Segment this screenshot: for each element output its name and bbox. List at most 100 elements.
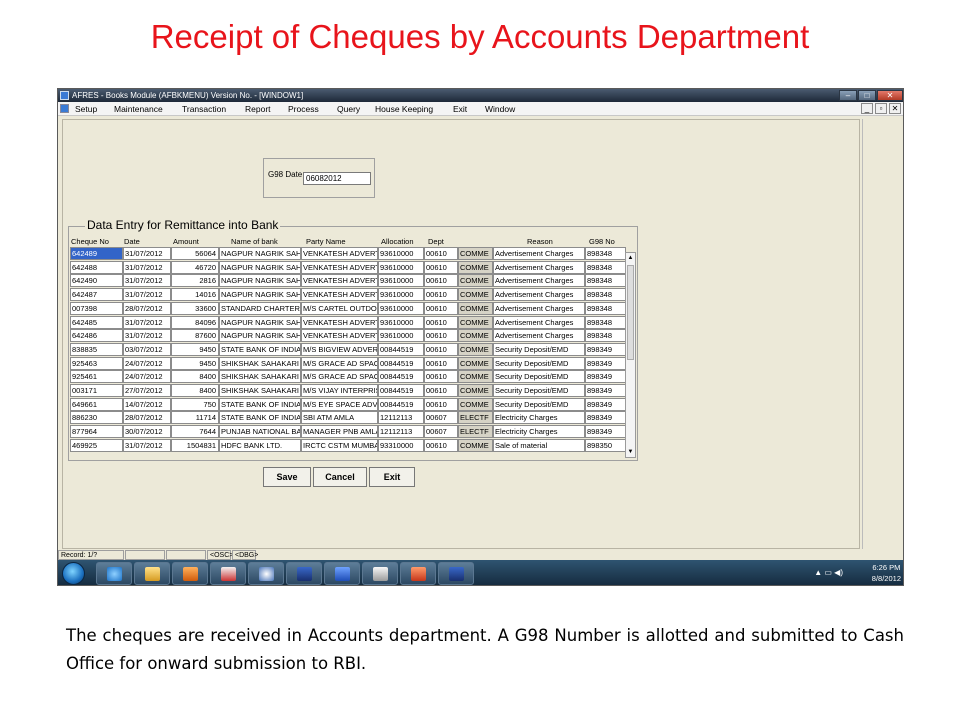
g98-no-cell[interactable]: 898349 [585, 370, 626, 384]
g98-no-cell[interactable]: 898348 [585, 315, 626, 329]
date-cell[interactable]: 28/07/2012 [123, 411, 171, 425]
date-cell[interactable]: 31/07/2012 [123, 315, 171, 329]
party-cell[interactable]: IRCTC CSTM MUMBAI [301, 438, 378, 452]
mdi-close-button[interactable]: ✕ [889, 103, 901, 114]
allocation-cell[interactable]: 93610000 [378, 315, 424, 329]
bank-cell[interactable]: SHIKSHAK SAHAKARI BA [219, 384, 301, 397]
party-cell[interactable]: SBI ATM AMLA [301, 411, 378, 425]
bank-cell[interactable]: STANDARD CHARTERED [219, 301, 301, 315]
cheque-no-cell[interactable]: 642485 [70, 315, 123, 329]
cheque-no-cell[interactable]: 925463 [70, 356, 123, 370]
scroll-up-icon[interactable]: ▲ [626, 253, 635, 263]
dept-cell[interactable]: 00610 [424, 438, 458, 452]
menu-query[interactable]: Query [337, 102, 360, 116]
dept-cell[interactable]: 00610 [424, 397, 458, 411]
menu-setup[interactable]: Setup [75, 102, 97, 116]
date-cell[interactable]: 31/07/2012 [123, 260, 171, 274]
allocation-cell[interactable]: 93610000 [378, 329, 424, 343]
amount-cell[interactable]: 11714 [171, 411, 219, 425]
party-cell[interactable]: VENKATESH ADVERTI [301, 247, 378, 260]
cheque-no-cell[interactable]: 469925 [70, 438, 123, 452]
reason-code-cell[interactable]: COMME [458, 260, 493, 274]
g98-no-cell[interactable]: 898348 [585, 274, 626, 288]
date-cell[interactable]: 24/07/2012 [123, 370, 171, 384]
date-cell[interactable]: 24/07/2012 [123, 356, 171, 370]
calendar-icon[interactable] [362, 562, 398, 585]
cheque-no-cell[interactable]: 003171 [70, 384, 123, 397]
dept-cell[interactable]: 00607 [424, 425, 458, 439]
dept-cell[interactable]: 00610 [424, 342, 458, 356]
amount-cell[interactable]: 9450 [171, 356, 219, 370]
cancel-button[interactable]: Cancel [313, 467, 367, 487]
reason-code-cell[interactable]: COMME [458, 356, 493, 370]
reason-code-cell[interactable]: COMME [458, 397, 493, 411]
date-cell[interactable]: 31/07/2012 [123, 329, 171, 343]
exit-button[interactable]: Exit [369, 467, 415, 487]
compass-icon[interactable] [248, 562, 284, 585]
cheque-no-cell[interactable]: 877964 [70, 425, 123, 439]
cheque-no-cell[interactable]: 642490 [70, 274, 123, 288]
dept-cell[interactable]: 00610 [424, 260, 458, 274]
maximize-button[interactable]: □ [858, 90, 876, 101]
bank-cell[interactable]: NAGPUR NAGRIK SAHAK [219, 288, 301, 302]
party-cell[interactable]: MANAGER PNB AMLA [301, 425, 378, 439]
bank-cell[interactable]: PUNJAB NATIONAL BANK [219, 425, 301, 439]
date-cell[interactable]: 03/07/2012 [123, 342, 171, 356]
cheque-no-cell[interactable]: 925461 [70, 370, 123, 384]
bank-cell[interactable]: STATE BANK OF INDIA [219, 397, 301, 411]
date-cell[interactable]: 31/07/2012 [123, 438, 171, 452]
reason-code-cell[interactable]: COMME [458, 342, 493, 356]
amount-cell[interactable]: 84096 [171, 315, 219, 329]
mdi-restore-button[interactable]: ▫ [875, 103, 887, 114]
cheque-no-cell[interactable]: 649661 [70, 397, 123, 411]
amount-cell[interactable]: 750 [171, 397, 219, 411]
reason-cell[interactable]: Advertisement Charges [493, 247, 585, 260]
powerpoint-icon[interactable] [400, 562, 436, 585]
reason-code-cell[interactable]: COMME [458, 274, 493, 288]
amount-cell[interactable]: 33600 [171, 301, 219, 315]
bank-cell[interactable]: NAGPUR NAGRIK SAHAK [219, 315, 301, 329]
bank-cell[interactable]: SHIKSHAK SAHAKARI BA [219, 356, 301, 370]
g98-no-cell[interactable]: 898348 [585, 329, 626, 343]
g98-no-cell[interactable]: 898349 [585, 411, 626, 425]
date-cell[interactable]: 14/07/2012 [123, 397, 171, 411]
reason-cell[interactable]: Electricity Charges [493, 411, 585, 425]
party-cell[interactable]: M/S GRACE AD SPACE [301, 370, 378, 384]
amount-cell[interactable]: 14016 [171, 288, 219, 302]
date-cell[interactable]: 31/07/2012 [123, 288, 171, 302]
cheque-no-cell[interactable]: 886230 [70, 411, 123, 425]
reason-cell[interactable]: Security Deposit/EMD [493, 370, 585, 384]
allocation-cell[interactable]: 12112113 [378, 411, 424, 425]
dept-cell[interactable]: 00610 [424, 247, 458, 260]
word-icon[interactable] [324, 562, 360, 585]
date-cell[interactable]: 31/07/2012 [123, 274, 171, 288]
scroll-down-icon[interactable]: ▼ [626, 447, 635, 457]
g98-date-input[interactable]: 06082012 [303, 172, 371, 185]
amount-cell[interactable]: 1504831 [171, 438, 219, 452]
reason-cell[interactable]: Advertisement Charges [493, 301, 585, 315]
bank-cell[interactable]: NAGPUR NAGRIK SAHAK [219, 247, 301, 260]
dept-cell[interactable]: 00610 [424, 329, 458, 343]
reason-code-cell[interactable]: COMME [458, 288, 493, 302]
reason-cell[interactable]: Sale of material [493, 438, 585, 452]
table-scrollbar[interactable]: ▲ ▼ [625, 252, 636, 458]
clock[interactable]: 6:26 PM 8/8/2012 [872, 562, 901, 584]
reason-cell[interactable]: Security Deposit/EMD [493, 397, 585, 411]
menu-report[interactable]: Report [245, 102, 271, 116]
amount-cell[interactable]: 56064 [171, 247, 219, 260]
reason-code-cell[interactable]: COMME [458, 301, 493, 315]
party-cell[interactable]: M/S VIJAY INTERPRISI [301, 384, 378, 397]
date-cell[interactable]: 30/07/2012 [123, 425, 171, 439]
reason-cell[interactable]: Advertisement Charges [493, 274, 585, 288]
date-cell[interactable]: 27/07/2012 [123, 384, 171, 397]
menu-process[interactable]: Process [288, 102, 319, 116]
reason-cell[interactable]: Security Deposit/EMD [493, 356, 585, 370]
close-button[interactable]: ✕ [877, 90, 903, 101]
party-cell[interactable]: VENKATESH ADVERTI [301, 288, 378, 302]
mdi-minimize-button[interactable]: _ [861, 103, 873, 114]
bank-cell[interactable]: NAGPUR NAGRIK SAHAK [219, 260, 301, 274]
bank-cell[interactable]: SHIKSHAK SAHAKARI BA [219, 370, 301, 384]
party-cell[interactable]: VENKATESH ADVERTI [301, 329, 378, 343]
g98-no-cell[interactable]: 898348 [585, 260, 626, 274]
g98-no-cell[interactable]: 898349 [585, 356, 626, 370]
